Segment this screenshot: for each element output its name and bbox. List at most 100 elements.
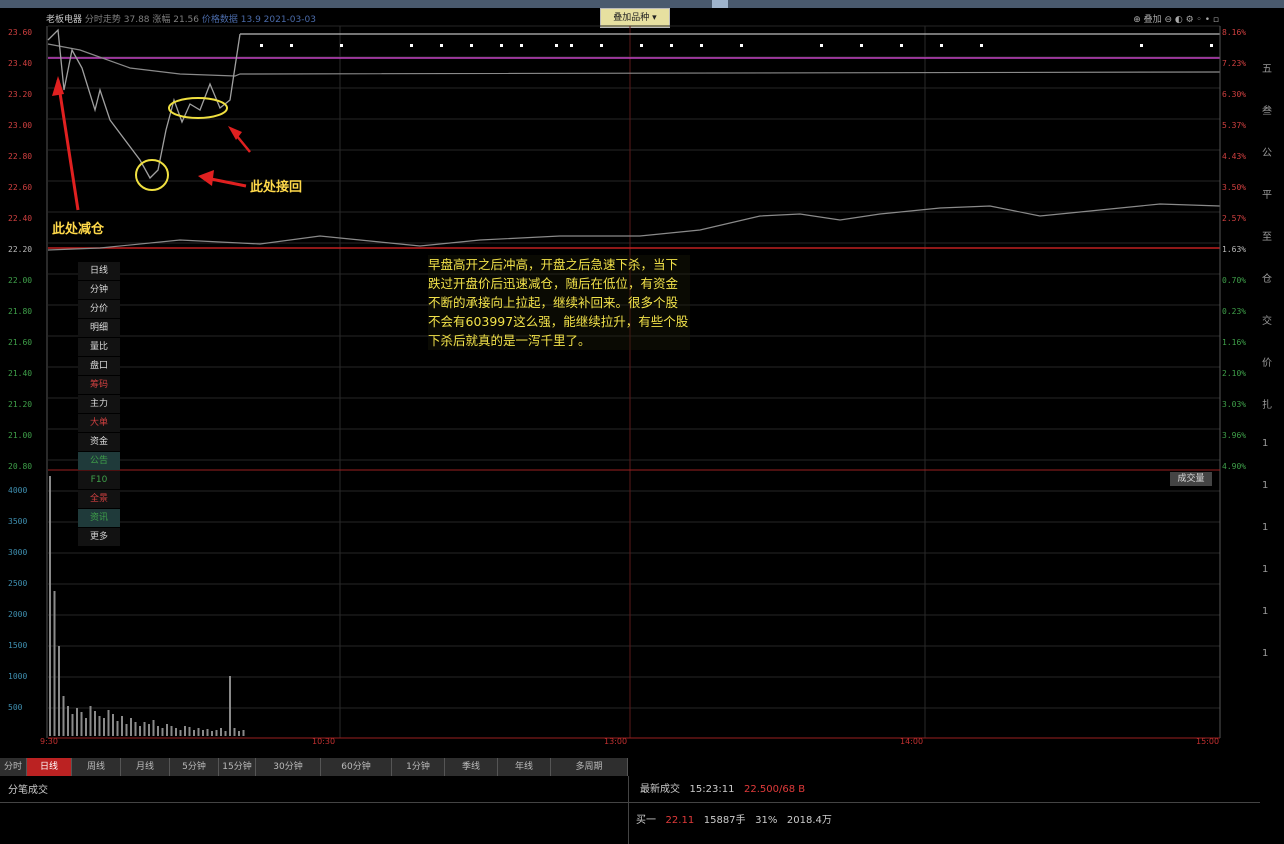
price-tick-label: 22.60 — [8, 183, 33, 192]
volume-bar — [197, 728, 200, 736]
volume-tick-label: 500 — [8, 703, 23, 712]
period-tab[interactable]: 5分钟 — [170, 758, 219, 776]
side-panel-item[interactable]: 主力 — [78, 395, 120, 413]
volume-bar — [143, 722, 146, 736]
bottom-vdivider — [628, 776, 629, 844]
side-panel-item[interactable]: 明细 — [78, 319, 120, 337]
volume-bar — [166, 724, 168, 736]
event-dot — [980, 44, 983, 47]
pct-tick-label: 3.50% — [1222, 183, 1247, 192]
period-tab[interactable]: 年线 — [498, 758, 551, 776]
volume-bar — [98, 716, 101, 736]
side-panel-item[interactable]: 全景 — [78, 490, 120, 508]
period-tab[interactable]: 多周期 — [551, 758, 628, 776]
volume-bar — [193, 730, 195, 736]
period-tab[interactable]: 月线 — [121, 758, 170, 776]
side-panel-item[interactable]: 更多 — [78, 528, 120, 546]
volume-bar — [134, 722, 137, 736]
price-tick-label: 23.20 — [8, 90, 33, 99]
time-tick-label: 15:00 — [1196, 737, 1220, 746]
arrow-buyback-head — [198, 170, 214, 186]
latest-trade-label: 最新成交 — [640, 784, 680, 795]
volume-bar — [62, 696, 65, 736]
bid-one-amount: 2018.4万 — [786, 815, 832, 826]
side-panel-item[interactable]: F10 — [78, 471, 120, 489]
volume-bar — [125, 724, 128, 736]
bid-one-price: 22.11 — [665, 815, 695, 826]
price-line — [47, 28, 241, 180]
period-tab[interactable]: 分时 — [0, 758, 27, 776]
volume-bar — [157, 726, 159, 736]
volume-bar — [233, 728, 236, 736]
period-tab[interactable]: 1分钟 — [392, 758, 445, 776]
bottom-divider — [0, 802, 1260, 803]
period-tab[interactable]: 季线 — [445, 758, 498, 776]
side-panel-item[interactable]: 分钟 — [78, 281, 120, 299]
volume-bar — [130, 718, 132, 736]
period-tab[interactable]: 周线 — [72, 758, 121, 776]
far-right-label: 平 — [1262, 190, 1272, 201]
event-dot — [570, 44, 573, 47]
volume-bar — [161, 728, 164, 736]
side-panel-item[interactable]: 量比 — [78, 338, 120, 356]
side-panel-item[interactable]: 盘口 — [78, 357, 120, 375]
event-dot — [500, 44, 503, 47]
side-panel-item[interactable]: 日线 — [78, 262, 120, 280]
time-tick-label: 14:00 — [900, 737, 924, 746]
volume-bar — [80, 712, 83, 736]
volume-tick-label: 2500 — [8, 579, 28, 588]
period-tab[interactable]: 日线 — [27, 758, 72, 776]
event-dot — [670, 44, 673, 47]
far-right-label: 五 — [1262, 64, 1272, 75]
event-dot — [1140, 44, 1143, 47]
volume-bar — [76, 708, 78, 736]
volume-bar — [184, 726, 186, 736]
side-panel-item[interactable]: 资讯 — [78, 509, 120, 527]
far-right-label: 1 — [1262, 648, 1269, 659]
volume-bar — [94, 711, 96, 736]
period-tab[interactable]: 30分钟 — [256, 758, 321, 776]
volume-bar — [58, 646, 60, 736]
event-dot — [290, 44, 293, 47]
side-panel-item[interactable]: 大单 — [78, 414, 120, 432]
volume-bar — [148, 724, 150, 736]
pct-tick-label: 4.90% — [1222, 462, 1247, 471]
volume-bar — [175, 728, 177, 736]
event-markers — [260, 44, 1213, 47]
volume-bar — [89, 706, 92, 736]
volume-bar — [107, 710, 110, 736]
volume-tick-label: 1000 — [8, 672, 28, 681]
annotation-reduce: 此处减仓 — [52, 222, 105, 237]
volume-badge[interactable]: 成交量 — [1170, 472, 1212, 486]
side-panel: 日线 分钟 分价 明细 量比 盘口 筹码 主力 大单 资金 公告 F10 全景 资讯 更多 — [78, 262, 120, 547]
period-tab[interactable]: 15分钟 — [219, 758, 256, 776]
pct-tick-label: 2.57% — [1222, 214, 1247, 223]
price-tick-label: 21.60 — [8, 338, 33, 347]
volume-bar — [139, 726, 141, 736]
volume-bar — [85, 718, 87, 736]
volume-bar — [53, 591, 56, 736]
tick-detail-label[interactable]: 分笔成交 — [8, 781, 48, 796]
volume-bar — [67, 706, 69, 736]
volume-tick-label: 3000 — [8, 548, 28, 557]
price-tick-label: 22.80 — [8, 152, 33, 161]
side-panel-item[interactable]: 公告 — [78, 452, 120, 470]
period-tab[interactable]: 60分钟 — [321, 758, 392, 776]
volume-bar — [220, 728, 222, 736]
time-tick-label: 13:00 — [604, 737, 628, 746]
side-panel-item[interactable]: 筹码 — [78, 376, 120, 394]
ellipse-rebound — [168, 97, 228, 119]
side-panel-item[interactable]: 资金 — [78, 433, 120, 451]
volume-bar — [242, 730, 245, 736]
side-panel-item[interactable]: 分价 — [78, 300, 120, 318]
volume-bar — [170, 726, 173, 736]
event-dot — [640, 44, 643, 47]
time-tick-label: 10:30 — [312, 737, 336, 746]
volume-bar — [49, 476, 51, 736]
far-right-label: 1 — [1262, 606, 1269, 617]
pct-tick-label: 6.30% — [1222, 90, 1247, 99]
pct-tick-label: 3.96% — [1222, 431, 1247, 440]
volume-tick-label: 4000 — [8, 486, 28, 495]
bid-one: 买一 22.11 15887手 31% 2018.4万 — [636, 811, 832, 826]
far-right-label: 扎 — [1262, 400, 1272, 411]
